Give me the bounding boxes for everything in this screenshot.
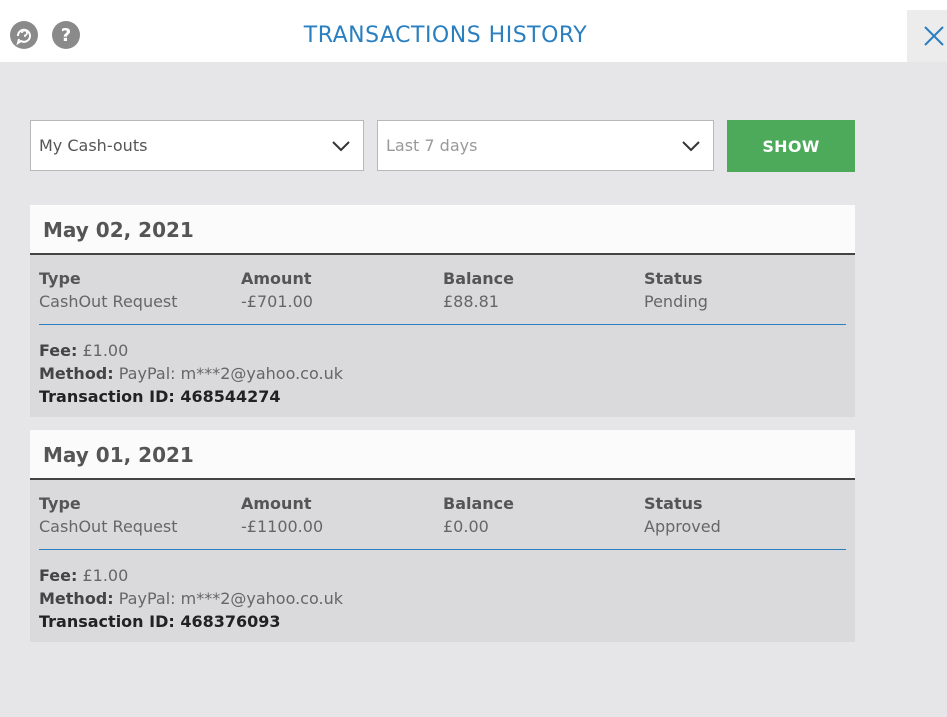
transaction-details: Fee: £1.00 Method: PayPal: m***2@yahoo.c… bbox=[39, 339, 343, 408]
method-value: PayPal: m***2@yahoo.co.uk bbox=[118, 589, 343, 608]
amount-value: -£1100.00 bbox=[241, 517, 324, 536]
transaction-body: Type CashOut Request Amount -£701.00 Bal… bbox=[30, 255, 855, 417]
fee-label: Fee: bbox=[39, 566, 78, 585]
transaction-body: Type CashOut Request Amount -£1100.00 Ba… bbox=[30, 480, 855, 642]
transaction-details: Fee: £1.00 Method: PayPal: m***2@yahoo.c… bbox=[39, 564, 343, 633]
fee-value: £1.00 bbox=[82, 341, 129, 360]
transaction-id-label: Transaction ID: bbox=[39, 387, 175, 406]
balance-value: £88.81 bbox=[443, 292, 499, 311]
header-bar: ? TRANSACTIONS HISTORY bbox=[0, 10, 907, 62]
amount-column: Amount -£701.00 bbox=[241, 267, 313, 313]
date-range-value: Last 7 days bbox=[386, 136, 478, 155]
transaction-date: May 01, 2021 bbox=[43, 443, 194, 467]
transaction-id-row: Transaction ID: 468376093 bbox=[39, 610, 343, 633]
balance-column: Balance £88.81 bbox=[443, 267, 514, 313]
fee-row: Fee: £1.00 bbox=[39, 564, 343, 587]
status-label: Status bbox=[644, 269, 703, 288]
type-value: CashOut Request bbox=[39, 292, 178, 311]
method-label: Method: bbox=[39, 364, 114, 383]
status-value: Pending bbox=[644, 292, 708, 311]
balance-column: Balance £0.00 bbox=[443, 492, 514, 538]
amount-label: Amount bbox=[241, 494, 312, 513]
amount-column: Amount -£1100.00 bbox=[241, 492, 323, 538]
amount-label: Amount bbox=[241, 269, 312, 288]
transaction-id-row: Transaction ID: 468544274 bbox=[39, 385, 343, 408]
transaction-id-value: 468544274 bbox=[180, 387, 281, 406]
divider bbox=[39, 549, 846, 550]
balance-label: Balance bbox=[443, 494, 514, 513]
transaction-card: May 02, 2021 Type CashOut Request Amount… bbox=[30, 205, 855, 417]
date-range-select[interactable]: Last 7 days bbox=[377, 120, 714, 171]
page-title: TRANSACTIONS HISTORY bbox=[303, 23, 588, 48]
type-column: Type CashOut Request bbox=[39, 492, 178, 538]
balance-label: Balance bbox=[443, 269, 514, 288]
type-label: Type bbox=[39, 269, 81, 288]
transaction-type-value: My Cash-outs bbox=[39, 136, 148, 155]
fee-row: Fee: £1.00 bbox=[39, 339, 343, 362]
status-column: Status Pending bbox=[644, 267, 708, 313]
balance-value: £0.00 bbox=[443, 517, 489, 536]
divider bbox=[39, 324, 846, 325]
type-label: Type bbox=[39, 494, 81, 513]
fee-value: £1.00 bbox=[82, 566, 129, 585]
transaction-type-select[interactable]: My Cash-outs bbox=[30, 120, 364, 171]
method-label: Method: bbox=[39, 589, 114, 608]
chevron-down-icon bbox=[681, 138, 701, 152]
status-label: Status bbox=[644, 494, 703, 513]
fee-label: Fee: bbox=[39, 341, 78, 360]
show-button[interactable]: SHOW bbox=[727, 120, 855, 172]
transaction-date-bar: May 01, 2021 bbox=[30, 430, 855, 480]
amount-value: -£701.00 bbox=[241, 292, 313, 311]
transaction-id-label: Transaction ID: bbox=[39, 612, 175, 631]
transaction-id-value: 468376093 bbox=[180, 612, 281, 631]
transaction-date: May 02, 2021 bbox=[43, 218, 194, 242]
method-row: Method: PayPal: m***2@yahoo.co.uk bbox=[39, 362, 343, 385]
method-row: Method: PayPal: m***2@yahoo.co.uk bbox=[39, 587, 343, 610]
transaction-card: May 01, 2021 Type CashOut Request Amount… bbox=[30, 430, 855, 642]
type-value: CashOut Request bbox=[39, 517, 178, 536]
status-column: Status Approved bbox=[644, 492, 721, 538]
top-strip bbox=[0, 0, 947, 10]
chevron-down-icon bbox=[331, 138, 351, 152]
close-icon[interactable] bbox=[922, 24, 946, 48]
type-column: Type CashOut Request bbox=[39, 267, 178, 313]
transaction-date-bar: May 02, 2021 bbox=[30, 205, 855, 255]
method-value: PayPal: m***2@yahoo.co.uk bbox=[118, 364, 343, 383]
status-value: Approved bbox=[644, 517, 721, 536]
